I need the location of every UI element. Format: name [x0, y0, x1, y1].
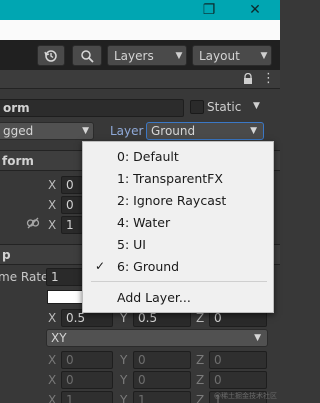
tag-dropdown[interactable]: gged ▼	[0, 122, 94, 140]
close-icon: ✕	[249, 2, 261, 18]
chevron-down-icon[interactable]: ▼	[253, 101, 260, 111]
row-a-x-field[interactable]: 0	[61, 351, 113, 369]
more-options-icon[interactable]: ⋮	[262, 71, 275, 86]
row-b-z-label: Z	[196, 373, 205, 387]
menu-item-label: 1: TransparentFX	[117, 170, 223, 186]
add-layer-item[interactable]: Add Layer...	[83, 286, 273, 308]
layers-dropdown[interactable]: Layers ▼	[107, 45, 187, 66]
watermark: @稀土掘金技术社区	[214, 392, 277, 400]
layer-value: Ground	[151, 124, 196, 138]
layer-dropdown[interactable]: Ground ▼	[146, 122, 264, 140]
search-button[interactable]	[72, 45, 102, 66]
scale-x-field[interactable]: 1	[61, 216, 83, 234]
add-layer-label: Add Layer...	[117, 289, 191, 305]
chevron-down-icon: ▼	[260, 50, 268, 61]
menu-item-label: 0: Default	[117, 148, 179, 164]
lock-icon[interactable]	[242, 72, 254, 85]
chevron-down-icon: ▼	[250, 126, 257, 136]
static-checkbox[interactable]	[190, 100, 204, 114]
chevron-down-icon: ▼	[82, 126, 89, 136]
color-swatch[interactable]	[47, 290, 83, 304]
rotation-x-field[interactable]: 0	[61, 196, 83, 214]
frame-rate-field[interactable]: 1	[46, 268, 84, 286]
menu-separator	[91, 281, 267, 282]
row-c-y-field[interactable]: 1	[133, 391, 191, 403]
menu-item-layer-4[interactable]: 4: Water	[83, 211, 273, 233]
row-a-z-label: Z	[196, 353, 205, 367]
row-a-z-field[interactable]: 0	[209, 351, 267, 369]
position-x-label: X	[48, 178, 57, 192]
rotation-x-label: X	[48, 198, 57, 212]
menu-item-label: 6: Ground	[117, 258, 180, 274]
row-a-y-field[interactable]: 0	[133, 351, 191, 369]
pivot-x-label: X	[48, 311, 57, 325]
object-name-field[interactable]: orm	[0, 99, 184, 117]
pivot-y-label: Y	[120, 311, 128, 325]
link-off-icon[interactable]	[26, 216, 40, 230]
row-c-x-label: X	[48, 393, 57, 403]
row-c-y-label: Y	[120, 393, 128, 403]
menu-item-layer-0[interactable]: 0: Default	[83, 145, 273, 167]
pivot-z-label: Z	[196, 311, 205, 325]
history-button[interactable]	[37, 45, 65, 66]
chevron-down-icon: ▼	[254, 333, 261, 343]
row-b-y-field[interactable]: 0	[133, 371, 191, 389]
plane-value: XY	[51, 331, 67, 345]
position-x-field[interactable]: 0	[61, 176, 83, 194]
menu-item-layer-2[interactable]: 2: Ignore Raycast	[83, 189, 273, 211]
plane-dropdown[interactable]: XY ▼	[46, 329, 268, 347]
layout-label: Layout	[199, 48, 240, 63]
row-b-x-label: X	[48, 373, 57, 387]
row-b-y-label: Y	[120, 373, 128, 387]
check-icon: ✓	[94, 259, 106, 273]
layout-dropdown[interactable]: Layout ▼	[192, 45, 272, 66]
tag-value: gged	[3, 124, 34, 138]
layers-label: Layers	[114, 48, 154, 63]
menu-item-label: 5: UI	[117, 236, 146, 252]
layer-popup-menu: 0: Default 1: TransparentFX 2: Ignore Ra…	[82, 141, 274, 313]
menu-item-layer-6[interactable]: ✓ 6: Ground	[83, 255, 273, 277]
maximize-icon: ❐	[202, 2, 216, 18]
scale-x-label: X	[48, 218, 57, 232]
static-label: Static	[207, 100, 242, 114]
row-a-x-label: X	[48, 353, 57, 367]
row-a-y-label: Y	[120, 353, 128, 367]
row-c-z-label: Z	[196, 393, 205, 403]
menu-item-label: 2: Ignore Raycast	[117, 192, 227, 208]
frame-rate-label: me Rate	[0, 270, 49, 284]
maximize-button[interactable]: ❐	[186, 0, 232, 20]
search-icon	[81, 49, 94, 63]
row-b-z-field[interactable]: 0	[209, 371, 267, 389]
close-button[interactable]: ✕	[232, 0, 278, 20]
menu-item-label: 4: Water	[117, 214, 171, 230]
menu-strip	[0, 20, 280, 40]
menu-item-layer-1[interactable]: 1: TransparentFX	[83, 167, 273, 189]
menu-item-layer-5[interactable]: 5: UI	[83, 233, 273, 255]
chevron-down-icon: ▼	[175, 50, 183, 61]
row-b-x-field[interactable]: 0	[61, 371, 113, 389]
row-c-x-field[interactable]: 1	[61, 391, 113, 403]
inspector-tab-bar	[0, 70, 280, 89]
layer-label: Layer	[110, 124, 144, 138]
history-icon	[44, 49, 57, 62]
